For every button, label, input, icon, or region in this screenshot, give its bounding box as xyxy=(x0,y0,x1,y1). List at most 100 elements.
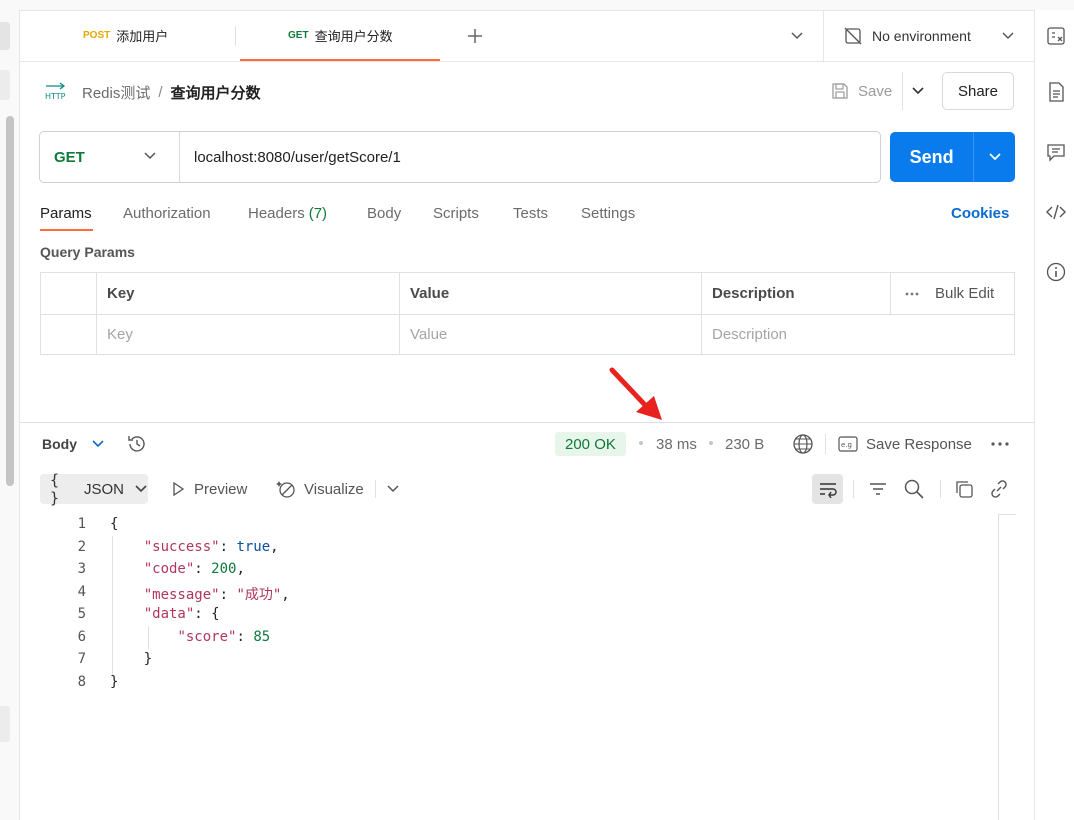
description-input[interactable]: Description xyxy=(702,315,1014,354)
tab-scripts[interactable]: Scripts xyxy=(433,202,479,224)
tab-label: 查询用户分数 xyxy=(314,29,393,44)
meta-separator xyxy=(709,441,713,445)
chevron-down-icon xyxy=(911,85,925,97)
tab-label: 添加用户 xyxy=(116,29,169,44)
response-body-viewer[interactable]: 1 2 3 4 5 6 7 8 { "success": true, "code… xyxy=(20,514,1000,820)
column-header-description: Description xyxy=(712,285,795,302)
method-selector[interactable]: GET xyxy=(40,132,180,182)
sidebar-edge-block xyxy=(0,70,10,100)
visualize-button[interactable]: Visualize xyxy=(276,478,364,500)
send-button[interactable]: Send xyxy=(890,132,1015,182)
comments-icon[interactable] xyxy=(1044,140,1068,164)
documentation-icon[interactable] xyxy=(1044,80,1068,104)
json-key: "code" xyxy=(143,561,195,577)
environment-selector[interactable]: No environment xyxy=(823,10,1035,61)
share-button[interactable]: Share xyxy=(942,72,1014,110)
braces-icon: { } xyxy=(50,471,60,507)
json-value: 200 xyxy=(211,561,237,577)
line-number: 4 xyxy=(77,584,86,600)
active-tab-indicator xyxy=(40,229,93,231)
line-number: 5 xyxy=(77,606,86,622)
link-icon[interactable] xyxy=(989,479,1009,499)
line-number: 6 xyxy=(77,629,86,645)
response-size[interactable]: 230 B xyxy=(725,434,764,454)
line-number: 8 xyxy=(77,674,86,690)
code-icon[interactable] xyxy=(1044,200,1068,224)
environment-label: No environment xyxy=(872,27,971,44)
code-line: "success": true, xyxy=(143,539,279,555)
response-body-label: Body xyxy=(42,436,77,452)
json-value: true xyxy=(236,539,271,555)
sidebar-scrollbar[interactable] xyxy=(6,116,14,486)
tab-headers[interactable]: Headers (7) xyxy=(248,202,327,224)
json-value: 85 xyxy=(253,629,271,645)
tab-settings[interactable]: Settings xyxy=(581,202,635,224)
method-label: GET xyxy=(54,148,85,166)
code-line: } xyxy=(110,651,153,667)
tab-post-add-user[interactable]: POST 添加用户 xyxy=(83,10,168,61)
wrap-lines-button[interactable] xyxy=(812,474,843,504)
tab-get-query-score[interactable]: GET 查询用户分数 xyxy=(288,10,393,61)
breadcrumb: HTTP Redis测试 / 查询用户分数 xyxy=(44,78,261,106)
tab-body[interactable]: Body xyxy=(367,202,401,224)
toolbar-divider xyxy=(825,434,826,454)
json-key: "data" xyxy=(143,606,195,622)
history-icon[interactable] xyxy=(126,433,148,455)
url-input[interactable]: localhost:8080/user/getScore/1 xyxy=(180,149,401,166)
save-label: Save xyxy=(858,82,893,100)
save-options-button[interactable] xyxy=(902,72,933,110)
tab-headers-label: Headers xyxy=(248,204,305,222)
filter-icon[interactable] xyxy=(868,479,888,499)
chevron-down-icon xyxy=(134,483,148,495)
chevron-down-icon xyxy=(91,438,105,450)
tab-method: GET xyxy=(288,30,309,41)
globe-icon[interactable] xyxy=(792,433,814,455)
bulk-edit-button[interactable]: Bulk Edit xyxy=(891,273,1014,314)
value-input[interactable]: Value xyxy=(400,315,701,354)
status-badge[interactable]: 200 OK xyxy=(555,432,626,456)
response-time[interactable]: 38 ms xyxy=(656,434,697,454)
preview-label: Preview xyxy=(194,480,248,498)
query-params-title: Query Params xyxy=(40,244,135,260)
save-button[interactable]: Save xyxy=(830,72,902,110)
toolbar-divider xyxy=(853,480,854,498)
copy-icon[interactable] xyxy=(954,479,974,499)
code-line: "data": { xyxy=(143,606,220,622)
preview-button[interactable]: Preview xyxy=(170,478,247,500)
search-icon[interactable] xyxy=(903,478,925,500)
line-number: 2 xyxy=(77,539,86,555)
more-horizontal-icon[interactable] xyxy=(990,442,1010,446)
query-params-table: Key Value Description Bulk Edit Key Valu… xyxy=(40,272,1015,355)
tab-authorization[interactable]: Authorization xyxy=(123,202,211,224)
chevron-down-icon[interactable] xyxy=(790,30,804,42)
plus-icon[interactable] xyxy=(466,27,484,45)
format-selector[interactable]: { } JSON xyxy=(40,471,148,507)
sidebar-edge-block xyxy=(0,706,10,742)
code-line: { xyxy=(110,516,119,532)
send-options-button[interactable] xyxy=(973,132,1015,182)
key-input[interactable]: Key xyxy=(97,315,399,354)
save-response-button[interactable]: e.g Save Response xyxy=(838,432,972,456)
cookies-link[interactable]: Cookies xyxy=(951,202,1009,224)
code-scroll-border xyxy=(998,514,1016,515)
url-bar: GET localhost:8080/user/getScore/1 xyxy=(39,131,881,183)
page-title[interactable]: 查询用户分数 xyxy=(171,82,261,103)
bulk-edit-label: Bulk Edit xyxy=(935,285,995,302)
column-header-value: Value xyxy=(410,285,450,302)
info-icon[interactable] xyxy=(1044,260,1068,284)
more-horizontal-icon xyxy=(905,292,919,296)
no-environment-icon xyxy=(844,27,862,45)
response-divider[interactable] xyxy=(20,422,1034,423)
chevron-down-icon[interactable] xyxy=(386,483,400,495)
response-body-selector[interactable]: Body xyxy=(42,434,105,454)
http-request-icon: HTTP xyxy=(44,82,68,102)
chevron-down-icon xyxy=(143,150,157,162)
variables-icon[interactable] xyxy=(1044,24,1068,48)
tab-params[interactable]: Params xyxy=(40,202,92,224)
breadcrumb-parent[interactable]: Redis测试 xyxy=(82,82,150,103)
json-key: "message" xyxy=(143,587,220,603)
tab-method: POST xyxy=(83,30,111,41)
tab-tests[interactable]: Tests xyxy=(513,202,548,224)
toolbar-divider xyxy=(375,480,376,498)
chevron-down-icon xyxy=(1001,30,1015,42)
